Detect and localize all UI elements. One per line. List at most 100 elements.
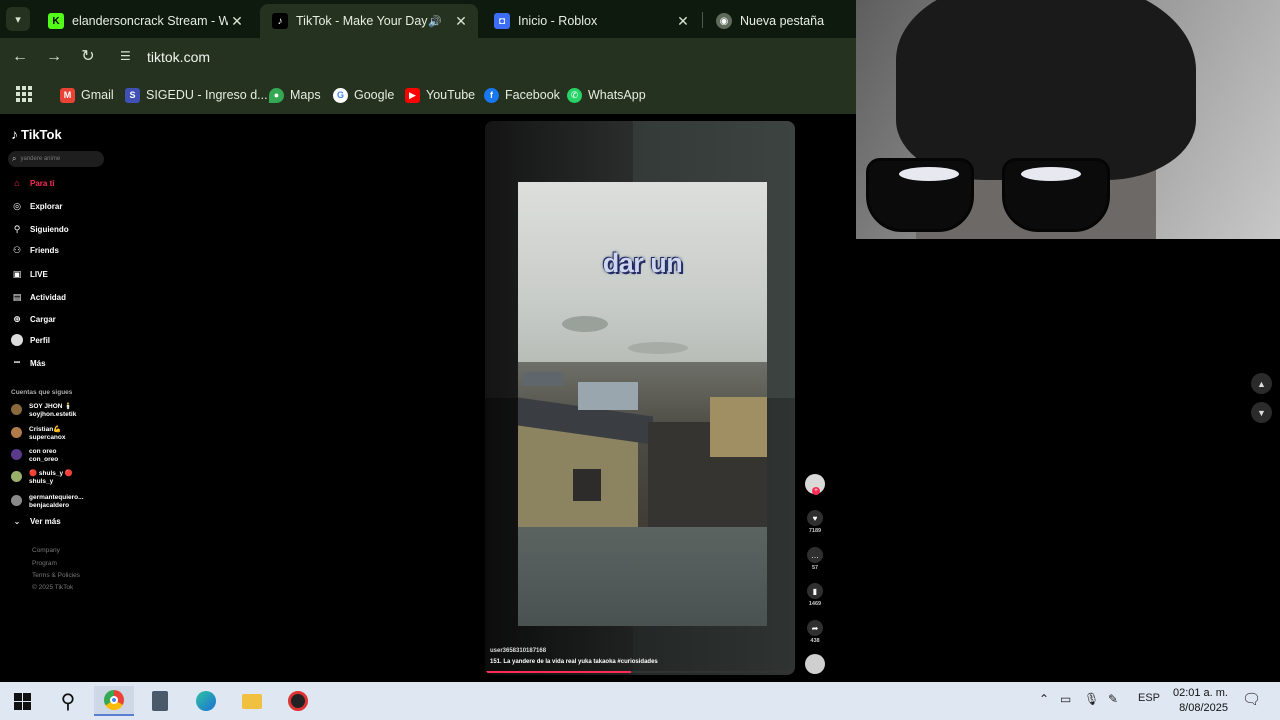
cloud <box>628 342 688 354</box>
tab-title: elandersoncrack Stream - Watc <box>72 14 228 28</box>
see-more-label: Ver más <box>30 516 61 526</box>
account-name: germantequiero... <box>29 494 84 501</box>
sidebar-item-live[interactable]: ▣ LIVE <box>11 267 48 281</box>
network-icon[interactable]: ▭ <box>1060 692 1071 706</box>
close-icon[interactable]: ✕ <box>452 13 470 30</box>
sidebar-item-label: Perfil <box>30 335 51 345</box>
like-button[interactable]: ♥ 7189 <box>805 510 825 534</box>
next-video-button[interactable]: ▼ <box>1251 402 1272 423</box>
system-clock[interactable]: 02:01 a. m. 8/08/2025 <box>1168 686 1228 716</box>
account-handle: supercanox <box>29 433 66 441</box>
sidebar-item-cargar[interactable]: ⊕ Cargar <box>11 312 56 326</box>
taskbar-file-explorer[interactable] <box>232 686 272 716</box>
close-icon[interactable]: ✕ <box>228 13 246 30</box>
tab-title: TikTok - Make Your Day <box>296 14 428 28</box>
tab-new-tab[interactable]: ◉ Nueva pestaña <box>704 4 854 38</box>
bookmark-label: Facebook <box>505 88 560 102</box>
bookmark-google[interactable]: G Google <box>333 85 394 105</box>
following-section-title: Cuentas que sigues <box>11 389 73 396</box>
following-account[interactable]: 🔴 shuls_y 🔴 shuls_y <box>11 470 73 485</box>
microphone-icon[interactable]: 🎙 <box>1084 692 1099 706</box>
following-account[interactable]: SOY JHON 🕯️ soyjhon.estetik <box>11 403 76 418</box>
apps-grid-icon[interactable] <box>16 86 32 102</box>
sidebar-item-explorar[interactable]: ◎ Explorar <box>11 199 62 213</box>
sound-disc-button[interactable] <box>805 654 825 674</box>
following-account[interactable]: con oreo con_oreo <box>11 448 58 463</box>
chevron-up-icon[interactable]: ⌃ <box>1039 692 1049 706</box>
previous-video-button[interactable]: ▲ <box>1251 373 1272 394</box>
tiktok-logo[interactable]: ♪ TikTok <box>11 126 62 142</box>
address-bar[interactable]: tiktok.com <box>147 49 210 65</box>
home-icon: ⌂ <box>14 178 20 188</box>
bookmark-maps[interactable]: ● Maps <box>269 85 321 105</box>
sunglasses-lens-left <box>866 158 974 232</box>
bookmark-gmail[interactable]: M Gmail <box>60 85 114 105</box>
speaker-icon[interactable]: 🔊 <box>428 15 442 28</box>
sidebar-item-friends[interactable]: ⚇ Friends <box>11 243 59 257</box>
bookmark-label: WhatsApp <box>588 88 646 102</box>
avatar <box>11 404 22 415</box>
tab-kick[interactable]: K elandersoncrack Stream - Watc ✕ <box>36 4 254 38</box>
notifications-icon[interactable]: 🗨 <box>1242 690 1261 708</box>
webcam-overlay <box>856 0 1280 239</box>
sidebar-item-siguiendo[interactable]: ⚲ Siguiendo <box>11 222 69 236</box>
reload-button[interactable]: ↻ <box>78 47 98 67</box>
start-button[interactable] <box>2 686 42 716</box>
video-author[interactable]: user3658310187168 <box>490 648 546 654</box>
video-progress-bar[interactable] <box>485 671 795 673</box>
hair <box>896 0 1196 180</box>
sidebar-item-para-ti[interactable]: ⌂ Para ti <box>11 176 54 190</box>
sidebar-item-label: LIVE <box>30 269 48 279</box>
windows-taskbar: ⚲ ⌃ ▭ 🎙 ✎ ESP 02:01 a. m. 8/08/2025 🗨 <box>0 682 1280 720</box>
footer-link[interactable]: Terms & Policies <box>32 572 80 579</box>
bookmark-sigedu[interactable]: S SIGEDU - Ingreso d... <box>125 85 268 105</box>
clock-time: 02:01 a. m. <box>1172 687 1228 699</box>
follow-plus-icon[interactable]: + <box>812 487 820 495</box>
house <box>578 382 638 410</box>
search-text: yandere anime <box>20 156 61 162</box>
bookmark-icon: ▮ <box>807 583 823 599</box>
sidebar-item-mas[interactable]: ••• Más <box>11 356 46 370</box>
taskbar-edge[interactable] <box>186 686 226 716</box>
share-count: 438 <box>810 638 820 644</box>
account-handle: shuls_y <box>29 477 54 485</box>
taskbar-calculator[interactable] <box>140 686 180 716</box>
comment-button[interactable]: … 57 <box>805 547 825 571</box>
tab-search-button[interactable]: ▾ <box>6 7 30 31</box>
taskbar-chrome[interactable] <box>94 686 134 716</box>
avatar <box>11 449 22 460</box>
footer-link[interactable]: Company <box>32 547 60 554</box>
search-input[interactable]: ⌕ yandere anime <box>8 151 104 167</box>
bookmark-label: YouTube <box>426 88 476 102</box>
maps-icon: ● <box>269 87 284 103</box>
logo-text: TikTok <box>21 126 62 142</box>
video-lower-area <box>518 527 767 626</box>
tab-tiktok[interactable]: ♪ TikTok - Make Your Day 🔊 ✕ <box>260 4 478 38</box>
close-icon[interactable]: ✕ <box>674 13 692 30</box>
chevron-down-icon: ▾ <box>15 13 21 26</box>
bookmark-youtube[interactable]: ▶ YouTube <box>405 85 475 105</box>
taskbar-app[interactable] <box>278 686 318 716</box>
site-info-icon[interactable]: ☰ <box>120 49 136 65</box>
language-indicator[interactable]: ESP <box>1138 692 1160 704</box>
forward-button[interactable]: → <box>44 47 64 67</box>
footer-link[interactable]: Program <box>32 560 57 567</box>
see-more-button[interactable]: ⌄ Ver más <box>11 514 61 528</box>
bookmark-button[interactable]: ▮ 1469 <box>805 583 825 607</box>
back-button[interactable]: ← <box>10 47 30 67</box>
search-button[interactable]: ⚲ <box>48 686 88 716</box>
sidebar-item-actividad[interactable]: ▤ Actividad <box>11 290 66 304</box>
sidebar-item-perfil[interactable]: ● Perfil <box>11 333 50 347</box>
following-account[interactable]: Cristian💪 supercanox <box>11 426 66 441</box>
following-account[interactable]: germantequiero... benjacaldero <box>11 494 84 509</box>
following-icon: ⚲ <box>13 223 21 234</box>
share-button[interactable]: ➦ 438 <box>805 620 825 644</box>
author-avatar-button[interactable]: + <box>805 474 825 495</box>
avatar <box>11 471 22 482</box>
bookmark-whatsapp[interactable]: ✆ WhatsApp <box>567 85 646 105</box>
bookmark-facebook[interactable]: f Facebook <box>484 85 560 105</box>
tab-roblox[interactable]: ◘ Inicio - Roblox ✕ <box>482 4 700 38</box>
youtube-icon: ▶ <box>405 87 420 103</box>
video-player[interactable]: dar un user3658310187168 151. La yandere… <box>485 121 795 675</box>
pen-icon[interactable]: ✎ <box>1108 692 1118 706</box>
